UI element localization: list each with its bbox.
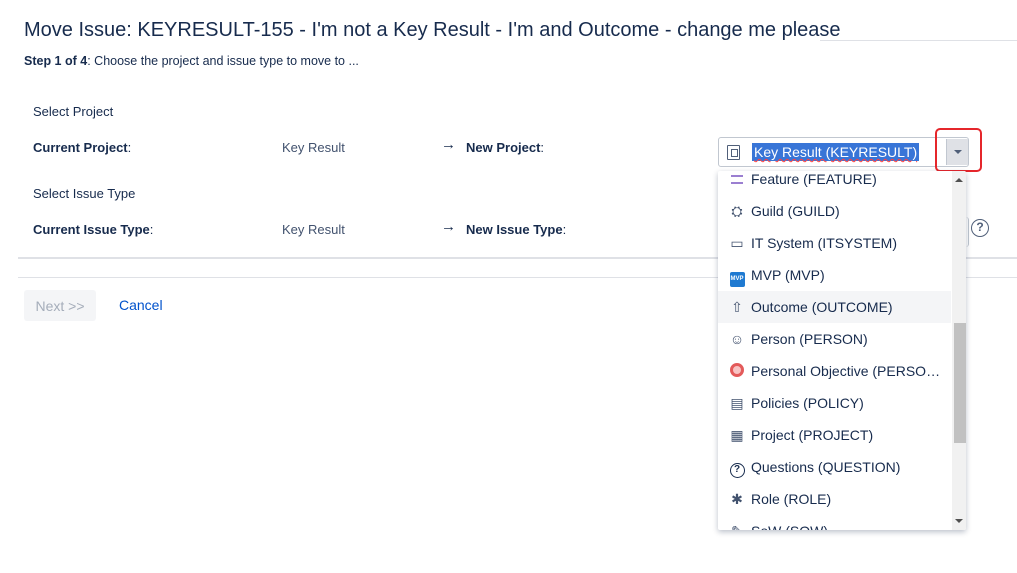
clipboard-icon: ▦ — [730, 427, 744, 443]
scroll-up-icon[interactable] — [955, 178, 963, 182]
dropdown-option-label: Questions (QUESTION) — [751, 459, 901, 475]
issue-type-select-edge[interactable] — [966, 217, 969, 247]
dropdown-option[interactable]: ☺ Person (PERSON) — [718, 323, 951, 355]
step-indicator: Step 1 of 4: Choose the project and issu… — [24, 54, 359, 68]
next-button[interactable]: Next >> — [24, 290, 96, 321]
dropdown-option-label: Role (ROLE) — [751, 491, 832, 507]
new-project-input[interactable]: Key Result (KEYRESULT) — [752, 143, 920, 161]
dropdown-option[interactable]: ? Questions (QUESTION) — [718, 451, 951, 483]
dropdown-option-label: Policies (POLICY) — [751, 395, 864, 411]
feature-icon — [729, 171, 745, 187]
dropdown-option-label: MVP (MVP) — [751, 267, 825, 283]
title-divider — [820, 40, 1017, 41]
arrow-right-icon: → — [441, 218, 456, 235]
dropdown-option-label: Project (PROJECT) — [751, 427, 874, 443]
current-project-label: Current Project: — [33, 140, 132, 155]
select-project-heading: Select Project — [33, 104, 114, 119]
dropdown-option[interactable]: ⇧ Outcome (OUTCOME) — [718, 291, 951, 323]
step-number: Step 1 of 4 — [24, 54, 88, 68]
dropdown-option[interactable]: ✎ SoW (SOW) — [718, 515, 951, 530]
dropdown-option-label: Feature (FEATURE) — [751, 171, 877, 187]
dropdown-option-label: Person (PERSON) — [751, 331, 868, 347]
person-icon: ☺ — [729, 331, 745, 347]
current-project-value: Key Result — [282, 140, 345, 155]
new-issue-type-label: New Issue Type: — [466, 222, 567, 237]
help-icon[interactable]: ? — [971, 219, 989, 237]
sow-icon: ✎ — [729, 523, 745, 530]
question-icon: ? — [729, 459, 745, 478]
new-project-label: New Project: — [466, 140, 545, 155]
dropdown-option[interactable]: MVP MVP (MVP) — [718, 259, 951, 291]
dropdown-option[interactable]: ⛭ Guild (GUILD) — [718, 195, 951, 227]
dropdown-option[interactable]: ✱ Role (ROLE) — [718, 483, 951, 515]
dropdown-options: Feature (FEATURE) ⛭ Guild (GUILD) ▭ IT Syste… — [718, 171, 951, 530]
dropdown-option[interactable]: Feature (FEATURE) — [718, 171, 951, 195]
new-project-select[interactable]: Key Result (KEYRESULT) — [718, 137, 969, 167]
arrow-right-icon: → — [441, 136, 456, 153]
dropdown-option-label: IT System (ITSYSTEM) — [751, 235, 897, 251]
mvp-icon: MVP — [729, 267, 745, 287]
project-dropdown-list[interactable]: Feature (FEATURE) ⛭ Guild (GUILD) ▭ IT Syste… — [718, 171, 966, 530]
page-title: Move Issue: KEYRESULT-155 - I'm not a Ke… — [24, 19, 841, 41]
guild-icon: ⛭ — [731, 203, 743, 219]
dropdown-option[interactable]: ▭ IT System (ITSYSTEM) — [718, 227, 951, 259]
dropdown-option[interactable]: ▦ Project (PROJECT) — [718, 419, 951, 451]
it-system-icon: ▭ — [730, 235, 744, 251]
project-icon — [727, 145, 740, 160]
dropdown-option[interactable]: ▤ Policies (POLICY) — [718, 387, 951, 419]
scrollbar-thumb[interactable] — [954, 323, 966, 443]
dropdown-option-label: Guild (GUILD) — [751, 203, 840, 219]
current-issue-type-value: Key Result — [282, 222, 345, 237]
scroll-down-icon[interactable] — [955, 519, 963, 523]
target-icon — [729, 363, 745, 379]
cancel-link[interactable]: Cancel — [119, 297, 163, 313]
current-issue-type-label: Current Issue Type: — [33, 222, 154, 237]
annotation-highlight — [935, 128, 982, 172]
gear-icon: ✱ — [731, 491, 743, 507]
dropdown-option-label: Outcome (OUTCOME) — [751, 299, 893, 315]
dropdown-scrollbar[interactable] — [952, 171, 966, 530]
dropdown-option-label: Personal Objective (PERSON... — [751, 363, 947, 379]
dropdown-option-label: SoW (SOW) — [751, 523, 828, 530]
select-issue-type-heading: Select Issue Type — [33, 186, 136, 201]
document-icon: ▤ — [730, 395, 744, 411]
dropdown-option[interactable]: Personal Objective (PERSON... — [718, 355, 951, 387]
upload-icon: ⇧ — [731, 299, 743, 315]
step-description: : Choose the project and issue type to m… — [87, 54, 359, 68]
